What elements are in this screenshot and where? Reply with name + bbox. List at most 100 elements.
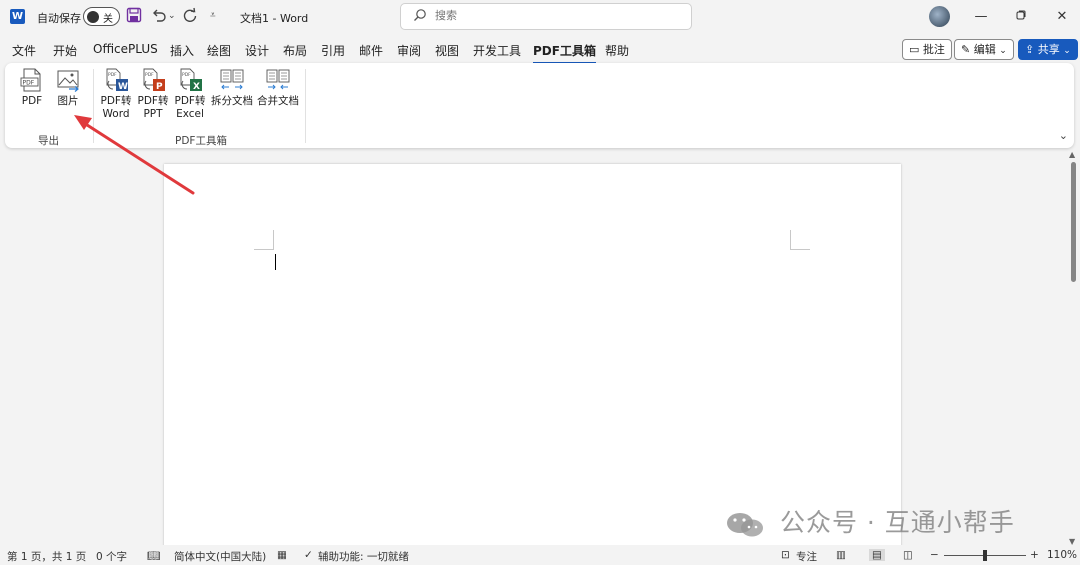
page-count[interactable]: 第 1 页，共 1 页 (7, 549, 86, 564)
save-icon[interactable] (126, 7, 142, 25)
export-image-button[interactable]: 图片 (50, 67, 86, 108)
pdf-to-word-button[interactable]: PDF W PDF转 Word (98, 67, 134, 121)
svg-text:P: P (156, 82, 163, 92)
wechat-icon (725, 511, 765, 537)
word-app-icon: W (10, 9, 25, 24)
pdf-to-word-icon: PDF W (103, 67, 129, 93)
share-icon: ⇪ (1025, 43, 1035, 56)
tab-review[interactable]: 审阅 (397, 42, 421, 59)
editing-button[interactable]: ✎ 编辑 ⌄ (954, 39, 1014, 60)
watermark: 公众号 · 互通小帮手 (725, 503, 1015, 537)
tab-draw[interactable]: 绘图 (207, 42, 231, 59)
chevron-down-icon: ⌄ (999, 46, 1007, 56)
svg-text:PDF: PDF (145, 72, 154, 78)
scroll-up-icon[interactable]: ▲ (1069, 150, 1075, 159)
zoom-slider-thumb[interactable] (983, 550, 987, 561)
pdf-to-ppt-label-1: PDF转 (137, 95, 169, 107)
svg-text:PDF: PDF (182, 72, 191, 78)
read-mode-icon[interactable]: ▥ (836, 549, 846, 561)
minimize-icon[interactable]: — (969, 6, 993, 28)
pdf-to-excel-button[interactable]: PDF X PDF转 Excel (172, 67, 208, 121)
proofing-icon[interactable]: 📖︎ (147, 549, 160, 562)
chevron-down-icon: ⌄ (1063, 46, 1071, 56)
collapse-ribbon-icon[interactable]: ⌄ (1059, 129, 1068, 142)
group-separator (305, 69, 306, 143)
tab-file[interactable]: 文件 (12, 42, 36, 59)
pdf-to-excel-label-2: Excel (176, 108, 204, 120)
comments-label: 批注 (922, 43, 945, 56)
tab-view[interactable]: 视图 (435, 42, 459, 59)
tab-references[interactable]: 引用 (321, 42, 345, 59)
close-icon[interactable]: ✕ (1050, 6, 1074, 28)
svg-text:PDF: PDF (23, 80, 35, 87)
undo-icon[interactable] (151, 7, 167, 25)
watermark-text: 公众号 · 互通小帮手 (779, 508, 1015, 537)
tab-design[interactable]: 设计 (245, 42, 269, 59)
svg-text:X: X (193, 82, 200, 92)
focus-mode-button[interactable]: 专注 (796, 549, 817, 564)
web-layout-icon[interactable]: ◫ (903, 549, 913, 561)
accessibility-status[interactable]: 辅助功能: 一切就绪 (318, 549, 409, 564)
tab-insert[interactable]: 插入 (170, 42, 194, 59)
language-indicator[interactable]: 简体中文(中国大陆) (174, 549, 266, 564)
pdf-to-word-label-2: Word (102, 108, 130, 120)
tab-help[interactable]: 帮助 (605, 42, 629, 59)
group-label-export: 导出 (38, 135, 59, 147)
split-doc-icon (219, 67, 245, 93)
restore-icon[interactable] (1009, 6, 1033, 28)
image-export-icon (55, 67, 81, 93)
merge-doc-label: 合并文档 (257, 95, 299, 107)
text-cursor (275, 254, 276, 270)
scroll-thumb[interactable] (1071, 162, 1076, 282)
status-bar: 第 1 页，共 1 页 0 个字 📖︎ 简体中文(中国大陆) ▦ ✓ 辅助功能:… (0, 545, 1080, 565)
document-title: 文档1 - Word (240, 12, 309, 25)
print-layout-icon[interactable]: ▤ (869, 549, 885, 561)
search-input[interactable] (435, 9, 675, 22)
redo-icon[interactable] (182, 7, 198, 25)
predictions-icon[interactable]: ▦ (277, 549, 287, 561)
editing-label: 编辑 (973, 43, 996, 56)
zoom-level[interactable]: 110% (1047, 549, 1077, 561)
document-page[interactable] (164, 164, 901, 554)
zoom-in-icon[interactable]: + (1030, 549, 1039, 561)
svg-text:W: W (118, 82, 128, 92)
vertical-scrollbar[interactable]: ▲ ▼ (1067, 150, 1080, 546)
pdf-to-excel-icon: PDF X (177, 67, 203, 93)
search-box[interactable] (400, 3, 692, 30)
margin-mark-top-right (790, 230, 810, 250)
tab-developer[interactable]: 开发工具 (473, 42, 521, 59)
pdf-to-word-label-1: PDF转 (100, 95, 132, 107)
pdf-to-ppt-icon: PDF P (140, 67, 166, 93)
tab-layout[interactable]: 布局 (283, 42, 307, 59)
margin-mark-top-left (254, 230, 274, 250)
search-icon (413, 8, 427, 26)
group-separator (93, 69, 94, 143)
share-label: 共享 (1037, 43, 1060, 56)
split-doc-label: 拆分文档 (211, 95, 253, 107)
pencil-icon: ✎ (961, 43, 971, 56)
focus-icon[interactable]: ⊡ (781, 549, 790, 561)
share-button[interactable]: ⇪ 共享 ⌄ (1018, 39, 1078, 60)
user-avatar[interactable] (929, 6, 950, 27)
pdf-to-ppt-label-2: PPT (143, 108, 163, 120)
group-label-pdf-toolbox: PDF工具箱 (175, 135, 227, 147)
export-image-label: 图片 (57, 95, 79, 107)
comment-icon: ▭ (909, 43, 920, 56)
undo-dropdown-icon[interactable]: ⌄ (168, 7, 176, 25)
comments-button[interactable]: ▭ 批注 (902, 39, 952, 60)
autosave-toggle[interactable]: 关 (83, 7, 120, 26)
tab-pdf-toolbox[interactable]: PDF工具箱 (533, 42, 596, 64)
tab-mailings[interactable]: 邮件 (359, 42, 383, 59)
export-pdf-button[interactable]: PDF PDF (14, 67, 50, 108)
tab-home[interactable]: 开始 (53, 42, 77, 59)
accessibility-icon[interactable]: ✓ (304, 549, 313, 561)
zoom-out-icon[interactable]: − (930, 549, 939, 561)
ribbon-panel: PDF PDF 图片 导出 PDF W PDF转 Word PDF P PDF转 P… (5, 63, 1074, 148)
split-doc-button[interactable]: 拆分文档 (211, 67, 253, 108)
pdf-to-ppt-button[interactable]: PDF P PDF转 PPT (135, 67, 171, 121)
toggle-knob (87, 11, 99, 23)
merge-doc-button[interactable]: 合并文档 (257, 67, 299, 108)
tab-officeplus[interactable]: OfficePLUS (93, 42, 158, 56)
customize-toolbar-icon[interactable]: ⩡ (210, 7, 216, 25)
word-count[interactable]: 0 个字 (96, 549, 127, 564)
